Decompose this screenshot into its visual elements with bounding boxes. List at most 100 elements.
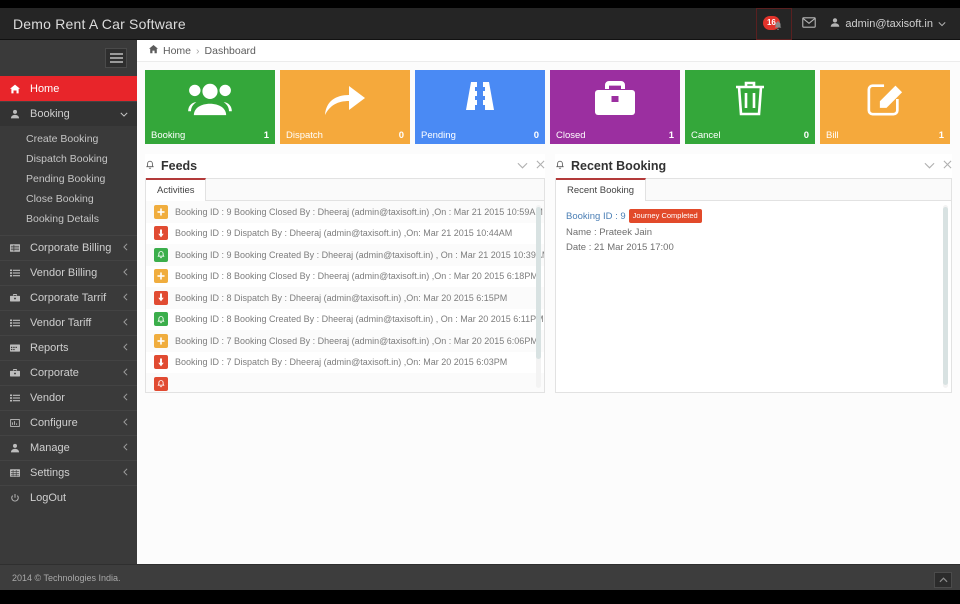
road-icon xyxy=(415,70,545,127)
stat-cards: Booking 1 Dispatch 0 Pending 0 Closed 1 Cancel 0 B… xyxy=(137,62,960,144)
bell-icon xyxy=(145,157,155,175)
chevron-left-icon xyxy=(123,293,128,303)
sidebar-item-corporate-billing[interactable]: Corporate Billing xyxy=(0,235,137,260)
tab-activities[interactable]: Activities xyxy=(146,178,207,201)
breadcrumb: Home › Dashboard xyxy=(137,40,960,62)
bell-icon xyxy=(773,18,783,36)
breadcrumb-separator: › xyxy=(196,44,200,57)
close-icon[interactable] xyxy=(536,160,545,172)
stat-card-closed[interactable]: Closed 1 xyxy=(550,70,680,144)
recent-scrollbar[interactable] xyxy=(943,205,948,388)
bell-icon xyxy=(154,376,168,391)
sidebar-subitem-dispatch-booking[interactable]: Dispatch Booking xyxy=(0,149,137,169)
stat-card-cancel[interactable]: Cancel 0 xyxy=(685,70,815,144)
sidebar-item-booking[interactable]: Booking xyxy=(0,101,137,126)
sidebar-item-label: Corporate xyxy=(30,367,79,379)
feed-item[interactable]: Booking ID : 7 Booking Closed By : Dheer… xyxy=(146,330,544,352)
plus-icon xyxy=(154,333,168,348)
stat-card-count: 1 xyxy=(938,130,944,141)
bell-icon xyxy=(154,312,168,327)
hamburger-line xyxy=(109,57,123,59)
feeds-panel-header: Feeds xyxy=(145,154,545,178)
briefcase-icon xyxy=(550,70,680,127)
sidebar-item-configure[interactable]: Configure xyxy=(0,410,137,435)
feeds-scrollbar[interactable] xyxy=(536,205,541,388)
sidebar-subitem-booking-details[interactable]: Booking Details xyxy=(0,209,137,229)
recent-booking-date: Date : 21 Mar 2015 17:00 xyxy=(566,242,674,254)
sidebar-item-label: Configure xyxy=(30,417,78,429)
stat-card-booking[interactable]: Booking 1 xyxy=(145,70,275,144)
feed-item-text: Booking ID : 7 Dispatch By : Dheeraj (ad… xyxy=(175,357,508,368)
sidebar-item-logout[interactable]: LogOut xyxy=(0,485,137,510)
feeds-panel: Feeds Activities Booking ID : 9 Booking … xyxy=(145,154,545,393)
users-icon xyxy=(145,70,275,127)
sidebar-item-reports[interactable]: Reports xyxy=(0,335,137,360)
stat-card-footer: Cancel 0 xyxy=(685,127,815,144)
stat-card-bill[interactable]: Bill 1 xyxy=(820,70,950,144)
window-bottom-strip xyxy=(0,590,960,604)
breadcrumb-home[interactable]: Home xyxy=(163,45,191,57)
recent-booking-entry: Booking ID : 9 Journey Completed Name : P… xyxy=(556,201,951,264)
feed-item[interactable]: Booking ID : 7 Dispatch By : Dheeraj (ad… xyxy=(146,351,544,373)
sidebar-item-vendor[interactable]: Vendor xyxy=(0,385,137,410)
sidebar-subitem-close-booking[interactable]: Close Booking xyxy=(0,189,137,209)
sidebar-item-vendor-tariff[interactable]: Vendor Tariff xyxy=(0,310,137,335)
stat-card-footer: Pending 0 xyxy=(415,127,545,144)
app-root: Demo Rent A Car Software 16 admin@taxiso… xyxy=(0,0,960,604)
sidebar-item-manage[interactable]: Manage xyxy=(0,435,137,460)
stat-card-footer: Dispatch 0 xyxy=(280,127,410,144)
user-menu[interactable]: admin@taxisoft.in xyxy=(826,8,952,40)
recent-scrollbar-thumb[interactable] xyxy=(943,207,948,385)
stat-card-count: 1 xyxy=(668,130,674,141)
chevron-left-icon xyxy=(123,243,128,253)
tab-recent-booking[interactable]: Recent Booking xyxy=(556,178,647,201)
feed-item[interactable]: Booking ID : 8 Booking Closed By : Dheer… xyxy=(146,265,544,287)
dashboard-panels: Feeds Activities Booking ID : 9 Booking … xyxy=(137,144,960,393)
stat-card-label: Booking xyxy=(151,130,186,141)
sidebar-subitem-create-booking[interactable]: Create Booking xyxy=(0,129,137,149)
sidebar-item-corporate[interactable]: Corporate xyxy=(0,360,137,385)
footer-text: 2014 © Technologies India. xyxy=(12,572,121,583)
feed-item[interactable]: Booking ID : 9 Booking Created By : Dhee… xyxy=(146,244,544,266)
recent-panel-title: Recent Booking xyxy=(571,159,667,173)
arrow-down-icon xyxy=(154,226,168,241)
feed-item[interactable]: Booking ID : 9 Booking Closed By : Dheer… xyxy=(146,201,544,223)
close-icon[interactable] xyxy=(943,160,952,172)
feeds-list-wrap: Booking ID : 9 Booking Closed By : Dheer… xyxy=(146,201,544,392)
feed-item[interactable] xyxy=(146,373,544,392)
recent-panel-body: Recent Booking Booking ID : 9 Journey Com… xyxy=(555,178,952,393)
app-header: Demo Rent A Car Software 16 admin@taxiso… xyxy=(0,7,960,40)
messages-button[interactable] xyxy=(792,8,826,40)
chevron-down-icon[interactable] xyxy=(517,160,528,172)
menu-toggle-button[interactable] xyxy=(105,48,127,68)
stat-card-pending[interactable]: Pending 0 xyxy=(415,70,545,144)
sidebar-item-home[interactable]: Home xyxy=(0,76,137,101)
stat-card-count: 0 xyxy=(803,130,809,141)
feeds-scrollbar-thumb[interactable] xyxy=(536,207,541,359)
stat-card-label: Pending xyxy=(421,130,456,141)
feed-item[interactable]: Booking ID : 8 Booking Created By : Dhee… xyxy=(146,308,544,330)
chevron-down-icon[interactable] xyxy=(924,160,935,172)
feed-item[interactable]: Booking ID : 8 Dispatch By : Dheeraj (ad… xyxy=(146,287,544,309)
hamburger-line xyxy=(109,53,123,55)
app-title: Demo Rent A Car Software xyxy=(13,15,186,32)
feed-item-text: Booking ID : 9 Booking Created By : Dhee… xyxy=(175,249,544,260)
sidebar-subitem-pending-booking[interactable]: Pending Booking xyxy=(0,169,137,189)
plus-icon xyxy=(154,269,168,284)
notifications-button[interactable]: 16 xyxy=(756,7,793,40)
sidebar-item-label: Corporate Tarrif xyxy=(30,292,107,304)
scroll-to-top-button[interactable] xyxy=(934,572,952,588)
sidebar-item-label: Reports xyxy=(30,342,69,354)
sidebar-item-vendor-billing[interactable]: Vendor Billing xyxy=(0,260,137,285)
sidebar-item-settings[interactable]: Settings xyxy=(0,460,137,485)
hamburger-line xyxy=(109,61,123,63)
sidebar-item-corporate-tarrif[interactable]: Corporate Tarrif xyxy=(0,285,137,310)
app-footer: 2014 © Technologies India. xyxy=(0,564,960,590)
chevron-left-icon xyxy=(123,368,128,378)
stat-card-dispatch[interactable]: Dispatch 0 xyxy=(280,70,410,144)
feed-item[interactable]: Booking ID : 9 Dispatch By : Dheeraj (ad… xyxy=(146,222,544,244)
recent-booking-id[interactable]: Booking ID : 9 xyxy=(566,211,626,222)
chevron-left-icon xyxy=(123,318,128,328)
feed-item-text: Booking ID : 8 Booking Created By : Dhee… xyxy=(175,314,544,325)
sidebar-item-label: Settings xyxy=(30,467,70,479)
